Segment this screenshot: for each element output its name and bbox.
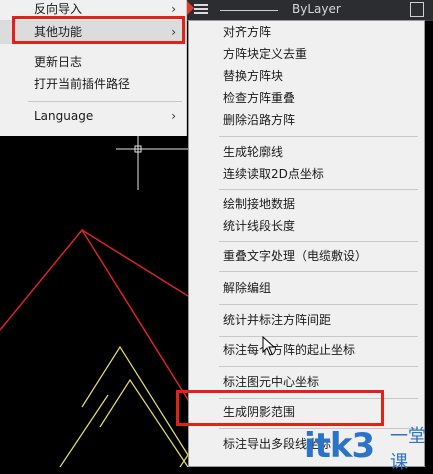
watermark-sub-text: 一堂课 (390, 426, 426, 473)
submenu-separator (219, 366, 418, 367)
highlight-box-generate-shadow (176, 390, 384, 426)
submenu-item[interactable]: 替换方阵块 (189, 66, 424, 86)
submenu-item[interactable]: 连续读取2D点坐标 (189, 164, 424, 184)
submenu-item[interactable]: 统计并标注方阵间距 (189, 310, 424, 330)
submenu-item-label: 检查方阵重叠 (223, 91, 296, 105)
submenu-item[interactable]: 重叠文字处理（电缆敷设） (189, 246, 424, 266)
submenu-item-label: 重叠文字处理（电缆敷设） (223, 249, 368, 263)
yellow-polyline-3 (59, 394, 109, 467)
red-polyline-2 (81, 229, 189, 297)
chevron-right-icon: › (171, 109, 176, 123)
submenu-separator (219, 136, 418, 137)
red-arrow-icon (186, 0, 194, 16)
submenu-item-label: 方阵块定义去重 (223, 47, 308, 61)
menu-item-open-plugin-path[interactable]: 打开当前插件路径 (0, 72, 186, 96)
linetype-label[interactable]: ByLayer (292, 2, 341, 16)
submenu-item[interactable]: 统计线段长度 (189, 216, 424, 236)
submenu-separator (219, 241, 418, 242)
properties-toolbar: ByLayer (186, 0, 433, 21)
submenu-item-label: 统计并标注方阵间距 (223, 313, 332, 327)
submenu-item-label: 统计线段长度 (223, 219, 296, 233)
submenu-item-label: 替换方阵块 (223, 69, 284, 83)
yellow-polyline-2 (99, 378, 189, 467)
mouse-cursor-icon (262, 336, 276, 356)
submenu-item-label: 解除编组 (223, 281, 272, 295)
submenu-item-label: 对齐方阵 (223, 25, 272, 39)
submenu-item[interactable]: 解除编组 (189, 278, 424, 298)
submenu-item[interactable]: 生成轮廓线 (189, 142, 424, 162)
menu-item-label: Language (34, 109, 94, 123)
submenu-item[interactable]: 方阵块定义去重 (189, 44, 424, 64)
submenu-item[interactable]: 绘制接地数据 (189, 194, 424, 214)
submenu-separator (219, 271, 418, 272)
yellow-polyline (81, 345, 189, 467)
submenu-item-label: 标注每个方阵的起止坐标 (223, 343, 356, 357)
highlight-box-other-functions (12, 16, 185, 44)
menu-item-label: 更新日志 (34, 55, 83, 69)
watermark-main-text: itk3 (304, 426, 375, 466)
submenu-item-label: 删除沿路方阵 (223, 113, 296, 127)
submenu-separator (219, 304, 418, 305)
menu-item-language[interactable]: Language › (0, 104, 186, 128)
submenu-item-label: 绘制接地数据 (223, 197, 296, 211)
menu-item-label: 打开当前插件路径 (34, 77, 131, 91)
watermark-logo: itk3 一堂课 (304, 422, 433, 473)
submenu-item[interactable]: 对齐方阵 (189, 22, 424, 42)
menu-item-changelog[interactable]: 更新日志 (0, 50, 186, 74)
submenu-separator (219, 336, 418, 337)
menu-lines-icon[interactable] (194, 4, 208, 15)
submenu-separator (219, 189, 418, 190)
submenu-item[interactable]: 标注每个方阵的起止坐标 (189, 340, 424, 360)
linetype-preview (220, 10, 278, 11)
submenu-item-label: 生成轮廓线 (223, 145, 284, 159)
menu-separator (28, 101, 182, 102)
submenu-item-label: 连续读取2D点坐标 (223, 167, 324, 181)
submenu-item[interactable]: 删除沿路方阵 (189, 110, 424, 130)
submenu-item[interactable]: 标注图元中心坐标 (189, 372, 424, 392)
submenu-item-label: 标注图元中心坐标 (223, 375, 320, 389)
toolbar-box-icon[interactable] (410, 2, 424, 17)
submenu-item[interactable]: 检查方阵重叠 (189, 88, 424, 108)
